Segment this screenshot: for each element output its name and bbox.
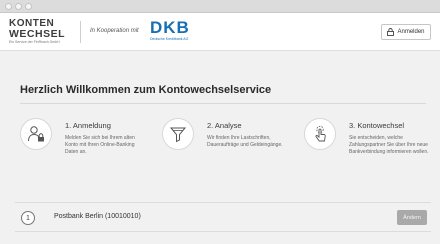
step-description: Sie entscheiden, welche Zahlungspartner …	[349, 135, 429, 155]
window-minimize-icon[interactable]	[15, 3, 22, 10]
user-lock-icon	[20, 118, 52, 150]
window-close-icon[interactable]	[5, 3, 12, 10]
bank-row-number: 1	[21, 211, 35, 225]
kontenwechsel-logo[interactable]: KONTEN WECHSEL Ein Service der FinReach …	[9, 19, 75, 45]
step-description: Melden Sie sich bei Ihrem alten Konto mi…	[65, 135, 135, 155]
filter-icon	[162, 118, 194, 150]
title-divider	[20, 103, 426, 104]
window-titlebar	[0, 0, 440, 13]
dkb-logo-subtitle: Deutsche Kreditbank AG	[150, 37, 189, 41]
page-title: Herzlich Willkommen zum Kontowechselserv…	[20, 84, 272, 96]
bank-name: Postbank Berlin (10010010)	[54, 213, 141, 220]
dkb-logo-mark: DKB	[150, 18, 190, 37]
login-button[interactable]: Anmelden	[381, 24, 431, 40]
login-label: Anmelden	[397, 29, 425, 35]
header-divider	[80, 21, 81, 43]
dkb-logo: DKB Deutsche Kreditbank AG	[150, 19, 190, 42]
step-title: 3. Kontowechsel	[349, 121, 405, 130]
page-header: KONTEN WECHSEL Ein Service der FinReach …	[0, 13, 440, 51]
change-button[interactable]: Ändern	[397, 210, 427, 225]
logo-subtitle: Ein Service der FinReach GmbH	[9, 40, 60, 44]
step-kontowechsel: 3. Kontowechsel Sie entscheiden, welche …	[304, 118, 434, 178]
step-title: 2. Analyse	[207, 121, 242, 130]
logo-line-2: WECHSEL	[9, 28, 65, 40]
step-analyse: 2. Analyse Wir finden Ihre Lastschriften…	[162, 118, 292, 178]
bank-account-row: 1 Postbank Berlin (10010010) Ändern	[15, 202, 431, 232]
step-anmeldung: 1. Anmeldung Melden Sie sich bei Ihrem a…	[20, 118, 150, 178]
step-title: 1. Anmeldung	[65, 121, 111, 130]
browser-window: KONTEN WECHSEL Ein Service der FinReach …	[0, 0, 440, 244]
window-maximize-icon[interactable]	[25, 3, 32, 10]
cooperation-text: In Kooperation mit	[90, 28, 139, 34]
step-description: Wir finden Ihre Lastschriften, Dauerauft…	[207, 135, 283, 148]
hand-pointer-icon	[304, 118, 336, 150]
lock-icon	[387, 23, 395, 41]
